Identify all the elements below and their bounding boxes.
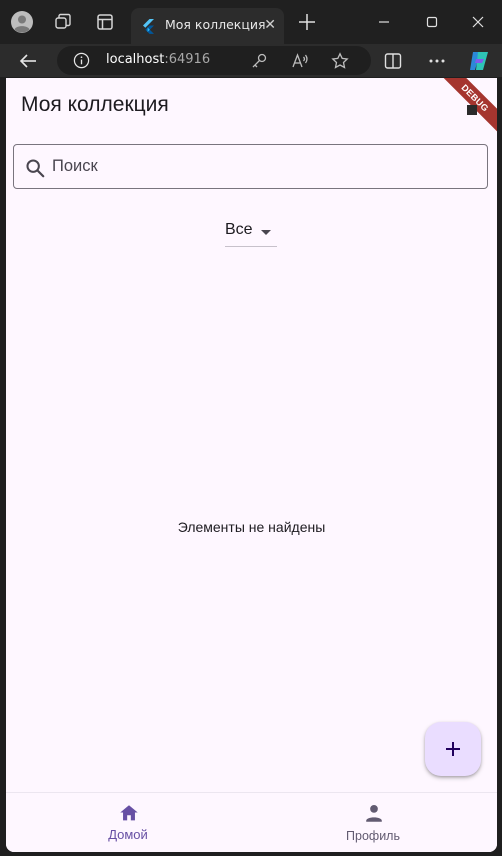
plus-icon [446,742,460,756]
person-icon [366,805,382,822]
profile-avatar-icon[interactable] [10,10,34,34]
search-field[interactable] [13,144,488,189]
nav-item-profile[interactable]: Профиль [313,793,433,852]
omnibox[interactable]: localhost:64916 [57,46,371,75]
nav-label-profile: Профиль [346,829,400,843]
read-aloud-icon[interactable] [291,52,309,70]
tab-actions-icon[interactable] [93,10,117,34]
key-icon[interactable] [250,52,268,70]
browser-address-bar: localhost:64916 [0,44,502,77]
active-browser-tab[interactable]: Моя коллекция ✕ [131,8,284,44]
copilot-icon[interactable] [467,49,491,73]
more-options-icon[interactable] [427,51,447,71]
url-host: localhost [106,52,165,67]
minimize-icon[interactable] [372,10,396,34]
url-port: :64916 [164,52,211,67]
debug-square-icon [467,105,477,115]
dropdown-caret-icon [261,230,271,235]
filter-dropdown[interactable]: Все [225,219,277,247]
browser-tab-bar: Моя коллекция ✕ [0,0,502,44]
add-item-fab-button[interactable] [425,722,481,776]
page-title: Моя коллекция [21,93,169,116]
search-icon [26,159,45,178]
split-screen-icon[interactable] [383,51,403,71]
favorite-star-icon[interactable] [331,52,349,70]
window-close-icon[interactable] [466,10,490,34]
nav-item-home[interactable]: Домой [68,793,188,852]
app-screen: Моя коллекция DEBUG Все Элементы не найд… [6,78,497,852]
new-tab-plus-icon[interactable] [296,11,318,33]
home-icon [120,805,138,821]
filter-selected-value: Все [225,221,253,238]
nav-label-home: Домой [108,827,148,842]
flutter-favicon-icon [143,19,154,34]
tab-close-button[interactable]: ✕ [264,17,276,33]
tab-title: Моя коллекция [165,17,266,32]
maximize-icon[interactable] [420,10,444,34]
workspaces-icon[interactable] [51,10,75,34]
url-text[interactable]: localhost:64916 [106,52,210,67]
search-input[interactable] [52,145,472,188]
site-info-icon[interactable] [73,52,90,69]
back-arrow-icon[interactable] [17,50,39,72]
empty-state-message: Элементы не найдены [177,519,326,535]
bottom-navigation-bar: Домой Профиль [6,792,497,852]
